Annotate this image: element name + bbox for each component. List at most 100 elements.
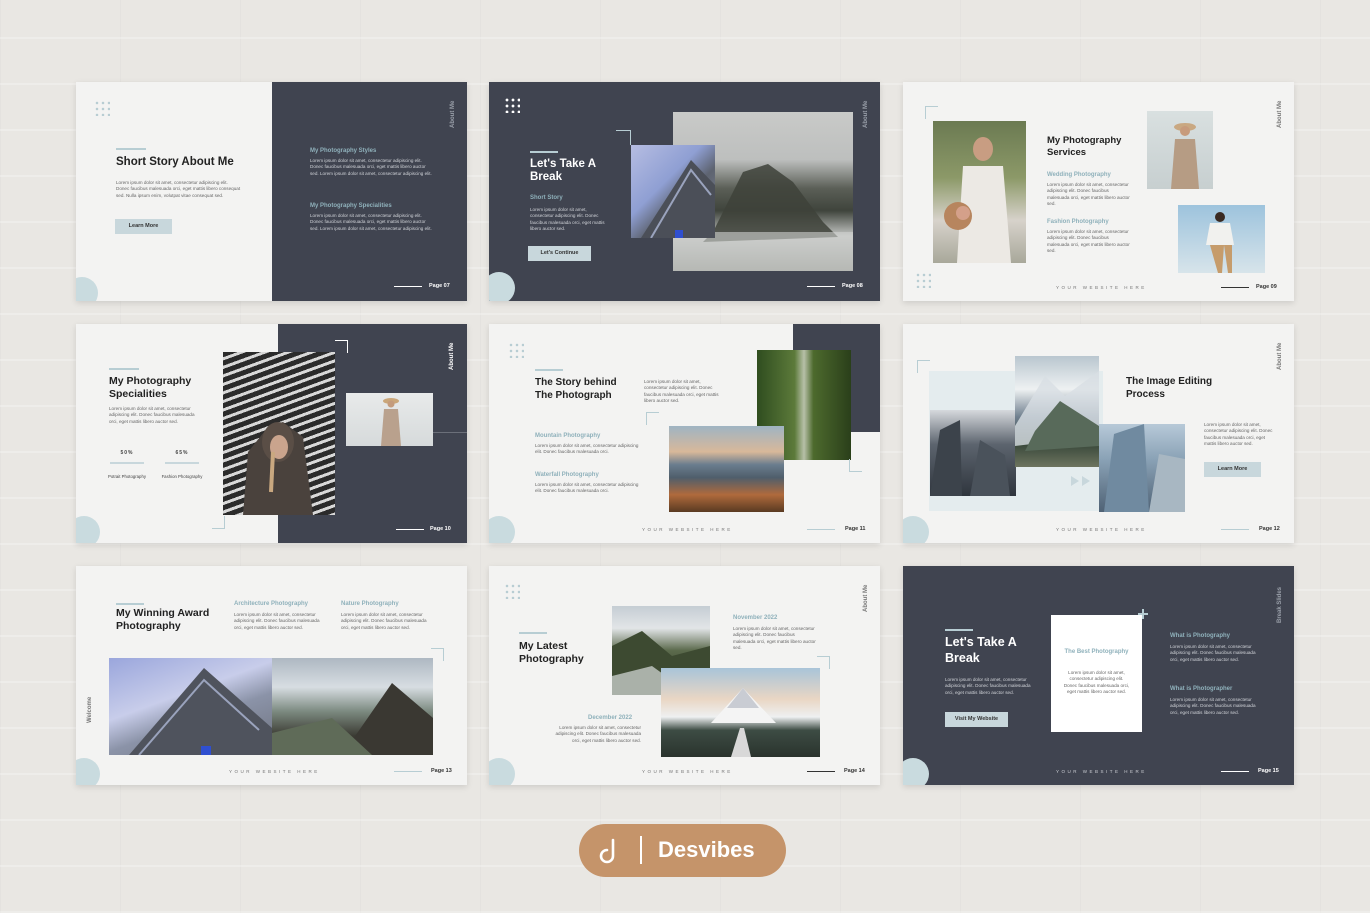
page-line: [807, 529, 835, 530]
dots-decoration: [504, 583, 520, 599]
corner-circle: [903, 758, 929, 785]
learn-more-button[interactable]: Learn More: [115, 219, 172, 234]
heading-mountain: Mountain Photography: [535, 433, 601, 439]
date-december: December 2022: [588, 715, 633, 721]
label-portrait: Potrait Photography: [108, 474, 146, 479]
bride-photo: [933, 121, 1026, 263]
slide-title: The Image Editing Process: [1126, 376, 1213, 400]
continue-button[interactable]: Let's Continue: [528, 246, 591, 261]
heading-fashion: Fashion Photography: [1047, 219, 1109, 225]
mountain-shape: [711, 688, 776, 757]
heading-nature: Nature Photography: [341, 601, 399, 607]
slide-title: The Story behind The Photograph: [535, 377, 617, 401]
page-line: [807, 771, 835, 772]
page-line: [807, 286, 835, 287]
heading-wedding: Wedding Photography: [1047, 172, 1111, 178]
page-number: Page 15: [1258, 768, 1279, 774]
slide-page-12: The Image Editing Process Lorem ipsum do…: [903, 324, 1294, 543]
percent-portrait: 50%: [120, 450, 134, 456]
brand-name: Desvibes: [658, 837, 755, 862]
vertical-label: Break Slides: [1277, 586, 1283, 623]
play-icon-2: [1082, 476, 1090, 486]
body-specialities: Lorem ipsum dolor sit amet, consectetur …: [310, 213, 432, 231]
feature-card: The Best Photography Lorem ipsum dolor s…: [1051, 615, 1142, 732]
page-number: Page 14: [844, 768, 865, 774]
slide-page-10: My Photography Specialities Lorem ipsum …: [76, 324, 467, 543]
dots-decoration: [915, 272, 931, 288]
body-architecture: Lorem ipsum dolor sit amet, consectetur …: [234, 612, 320, 630]
portrait-shape: [243, 422, 313, 515]
heading-specialities: My Photography Specialities: [310, 203, 392, 209]
snow-mountain-road-photo: [661, 668, 820, 757]
bracket-decoration: [335, 340, 348, 353]
page-line: [1221, 529, 1249, 530]
slide-body: Lorem ipsum dolor sit amet, consectetur …: [116, 180, 241, 198]
slide-body: Lorem ipsum dolor sit amet, consectetur …: [530, 207, 605, 232]
dark-panel: About Me My Photography Styles Lorem ips…: [272, 82, 467, 301]
accent-line: [535, 369, 563, 371]
skyscraper-photo-1: [930, 410, 1016, 496]
slide-title: Let's Take A Break: [945, 635, 1017, 665]
slide-body: Lorem ipsum dolor sit amet, consectetur …: [1204, 422, 1273, 447]
bracket-decoration: [212, 516, 225, 529]
corner-circle: [76, 277, 98, 301]
brand-separator: [640, 836, 642, 864]
hooded-portrait-photo: [223, 352, 335, 515]
page-number: Page 07: [429, 283, 450, 289]
vertical-label: About Me: [863, 584, 869, 612]
play-icon: [1071, 476, 1079, 486]
accent-line: [116, 603, 144, 605]
skyscraper-shape-1: [930, 420, 1010, 496]
bracket-decoration: [849, 459, 862, 472]
slide-page-14: My Latest Photography November 2022 Lore…: [489, 566, 880, 785]
card-body: Lorem ipsum dolor sit amet, consectetur …: [1063, 670, 1130, 695]
slide-page-13: My Winning Award Photography Architectur…: [76, 566, 467, 785]
body-what-photographer: Lorem ipsum dolor sit amet, consectetur …: [1170, 697, 1256, 715]
page-number: Page 13: [431, 768, 452, 774]
vertical-label: About Me: [1277, 100, 1283, 128]
vertical-label: About Me: [1277, 342, 1283, 370]
dots-decoration: [504, 97, 520, 113]
snowy-mountain-photo: [1015, 356, 1099, 467]
page-number: Page 11: [845, 526, 866, 532]
visit-website-button[interactable]: Visit My Website: [945, 712, 1008, 727]
slide-page-11: The Story behind The Photograph Lorem ip…: [489, 324, 880, 543]
corner-circle: [489, 516, 515, 543]
accent-line: [519, 632, 547, 634]
page-line: [1221, 771, 1249, 772]
card-title: The Best Photography: [1064, 649, 1129, 655]
body-mountain: Lorem ipsum dolor sit amet, consectetur …: [535, 443, 639, 455]
lake-mountain-photo: [669, 426, 784, 512]
percent-bar-portrait: [110, 462, 144, 464]
heading-styles: My Photography Styles: [310, 148, 377, 154]
dots-decoration: [94, 100, 110, 116]
accent-line: [116, 148, 146, 150]
corner-circle: [903, 516, 929, 543]
body-what-photography: Lorem ipsum dolor sit amet, consectetur …: [1170, 644, 1256, 662]
accent-line: [945, 629, 973, 631]
bracket-decoration: [925, 106, 938, 119]
body-waterfall: Lorem ipsum dolor sit amet, consectetur …: [535, 482, 639, 494]
corner-circle: [489, 758, 515, 785]
heading-waterfall: Waterfall Photography: [535, 472, 599, 478]
learn-more-button[interactable]: Learn More: [1204, 462, 1261, 477]
mountain-shape: [272, 683, 433, 755]
slide-title: My Photography Specialities: [109, 375, 192, 400]
slide-title: My Photography Services: [1047, 135, 1122, 158]
body-november: Lorem ipsum dolor sit amet, consectetur …: [733, 626, 816, 651]
fashion-photo-2: [1178, 205, 1265, 273]
body-december: Lorem ipsum dolor sit amet, consectetur …: [555, 725, 641, 743]
vertical-label: About Me: [863, 100, 869, 128]
architecture-photo: [109, 658, 272, 756]
fashion-shape: [381, 398, 401, 446]
vertical-label: Welcome: [87, 696, 93, 723]
page-line: [394, 286, 422, 287]
page-number: Page 09: [1256, 284, 1277, 290]
page-number: Page 12: [1259, 526, 1280, 532]
website-text: YOUR WEBSITE HERE: [1056, 285, 1147, 290]
page-line: [1221, 287, 1249, 288]
desvibes-brand-badge[interactable]: Desvibes: [579, 824, 786, 877]
body-styles: Lorem ipsum dolor sit amet, consectetur …: [310, 158, 432, 176]
building-shape: [641, 160, 715, 239]
date-november: November 2022: [733, 615, 778, 621]
